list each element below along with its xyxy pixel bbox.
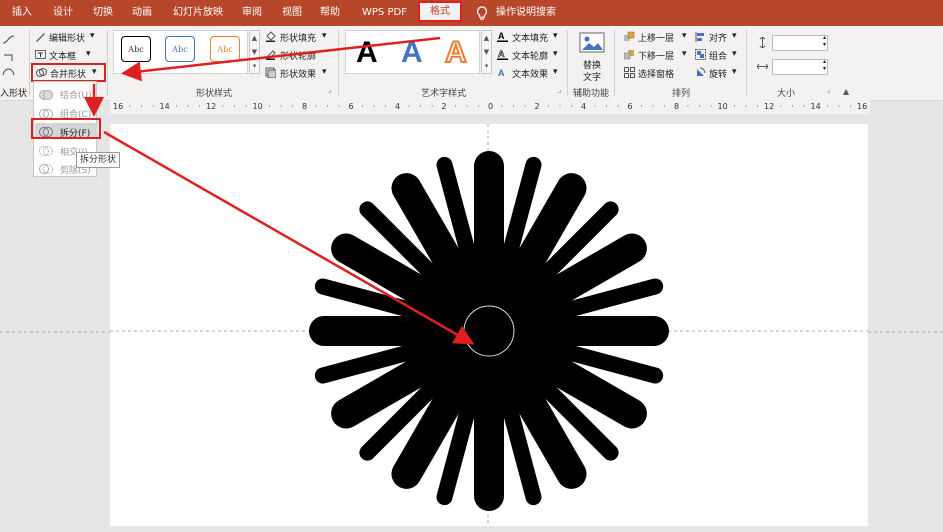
arrow-format-to-merge [121,36,441,82]
annotation-arrows [84,36,475,345]
arrow-fragment-to-shape [103,130,475,345]
